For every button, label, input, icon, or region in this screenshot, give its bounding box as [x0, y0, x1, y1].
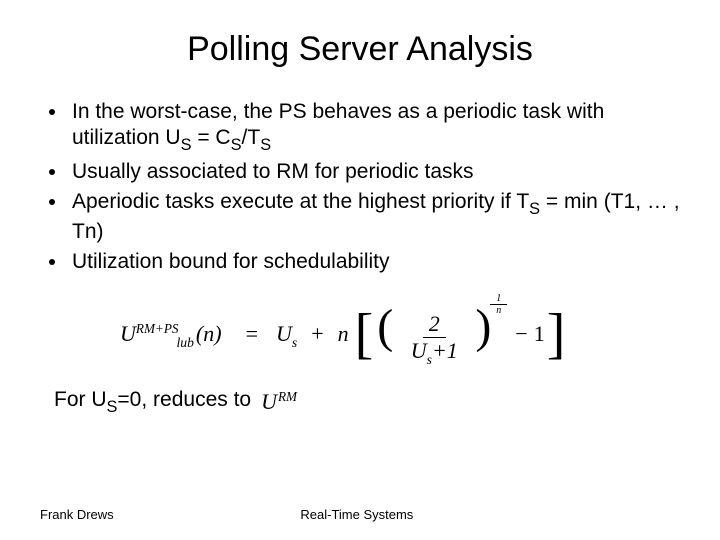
bullet-1-text-c: /T: [242, 126, 261, 149]
footer-title: Real-Time Systems: [34, 507, 680, 522]
inner-fraction: 2 Us+1: [405, 311, 464, 364]
reduces-line: For US=0, reduces to URM: [54, 388, 680, 416]
pow-num: 1: [490, 293, 507, 305]
reduces-urm: URM: [261, 389, 296, 415]
bullet-list: In the worst-case, the PS behaves as a p…: [68, 99, 680, 275]
formula-us: Us: [276, 321, 297, 347]
formula-one: 1: [534, 321, 545, 347]
bullet-1-text-b: = C: [191, 126, 230, 149]
reduces-prefix: For U: [54, 388, 107, 411]
formula-arg: (n): [196, 321, 222, 346]
formula-plus: +: [311, 321, 323, 347]
bullet-1-sub-3: S: [260, 136, 271, 154]
formula-lhs: URM+PSlub(n): [120, 321, 222, 347]
frac-num: 2: [423, 311, 446, 338]
bullet-4: Utilization bound for schedulability: [68, 249, 680, 275]
bullet-1: In the worst-case, the PS behaves as a p…: [68, 99, 680, 155]
reduces-text: For US=0, reduces to: [54, 388, 251, 416]
formula-eq: =: [246, 321, 258, 347]
outer-power: 1 n: [486, 293, 511, 316]
frac-den-u: U: [411, 338, 427, 363]
bullet-1-text-a: In the worst-case, the PS behaves as a p…: [72, 100, 604, 149]
formula-sub: lub: [176, 335, 193, 350]
bullet-1-sub-2: S: [231, 136, 242, 154]
frac-den-s: s: [427, 352, 432, 367]
reduces-sup: RM: [278, 389, 297, 404]
bullet-3: Aperiodic tasks execute at the highest p…: [68, 189, 680, 245]
reduces-U: U: [261, 389, 277, 414]
reduces-rest: =0, reduces to: [117, 388, 251, 411]
formula: URM+PSlub(n) = Us + n [ ( 2 Us+1 ): [120, 303, 680, 363]
formula-us-u: U: [276, 321, 292, 346]
formula-n: n: [338, 321, 349, 347]
formula-minus: −: [515, 321, 527, 347]
bracket-right: ]: [547, 306, 566, 362]
formula-sup: RM+PS: [136, 321, 179, 336]
bracket-left: [: [355, 306, 374, 362]
formula-U: U: [120, 321, 136, 346]
slide: Polling Server Analysis In the worst-cas…: [0, 0, 720, 540]
bullet-2: Usually associated to RM for periodic ta…: [68, 159, 680, 185]
power-group: ( 2 Us+1 ) 1 n: [375, 303, 493, 363]
bullet-1-sub-1: S: [181, 136, 192, 154]
formula-us-s: s: [292, 335, 297, 350]
bullet-3-sub: S: [529, 200, 540, 218]
frac-den: Us+1: [405, 338, 464, 364]
bullet-3-text-a: Aperiodic tasks execute at the highest p…: [72, 190, 529, 213]
footer: Frank Drews Real-Time Systems: [40, 507, 680, 522]
frac-den-rest: +1: [432, 338, 458, 363]
reduces-sub: S: [107, 398, 118, 416]
slide-title: Polling Server Analysis: [40, 30, 680, 69]
pow-den: n: [490, 305, 507, 316]
paren-left: (: [377, 300, 393, 353]
